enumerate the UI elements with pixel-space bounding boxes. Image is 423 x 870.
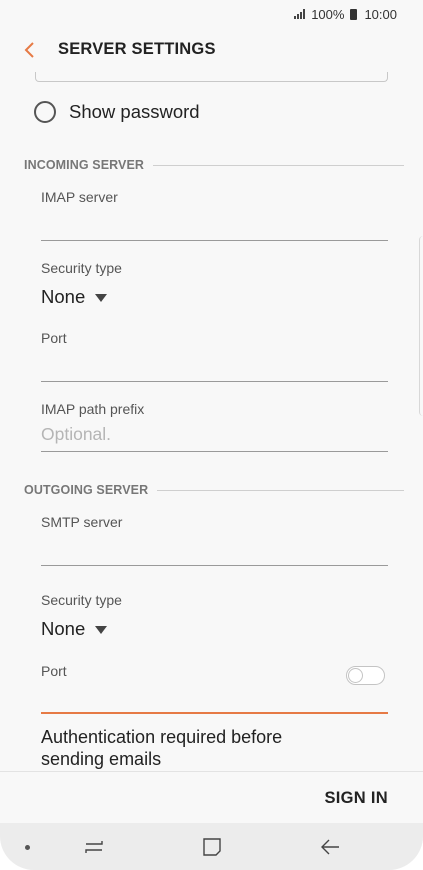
- page-title: SERVER SETTINGS: [58, 40, 216, 58]
- show-password-option[interactable]: Show password: [34, 101, 200, 123]
- status-bar: 100% 10:00: [0, 0, 423, 28]
- authentication-toggle[interactable]: [346, 666, 385, 685]
- navigation-bar: [0, 823, 423, 870]
- title-bar: SERVER SETTINGS: [0, 28, 423, 72]
- outgoing-security-type-label: Security type: [41, 592, 122, 608]
- clock: 10:00: [364, 6, 397, 22]
- imap-server-underline: [41, 240, 388, 241]
- outgoing-port-underline: [41, 712, 388, 714]
- incoming-port-input[interactable]: [41, 353, 388, 381]
- phone-screen: 100% 10:00 SERVER SETTINGS Show password…: [0, 0, 423, 870]
- action-bar: SIGN IN: [0, 771, 423, 823]
- outgoing-server-title: OUTGOING SERVER: [24, 483, 149, 497]
- dot-icon[interactable]: [25, 845, 30, 850]
- incoming-security-type-value: None: [41, 286, 86, 307]
- incoming-security-type-label: Security type: [41, 260, 122, 276]
- outgoing-port-input[interactable]: [41, 686, 388, 713]
- outgoing-security-type-dropdown[interactable]: None: [41, 618, 108, 640]
- home-icon: [203, 838, 221, 856]
- dropdown-arrow-icon: [95, 294, 108, 302]
- back-arrow-icon: [321, 839, 339, 855]
- home-button[interactable]: [200, 835, 224, 859]
- authentication-required-label: Authentication required before sending e…: [41, 727, 283, 769]
- outgoing-security-type-value: None: [41, 618, 86, 639]
- smtp-server-underline: [41, 565, 388, 566]
- smtp-server-label: SMTP server: [41, 514, 123, 530]
- battery-percent: 100%: [311, 6, 345, 22]
- imap-server-label: IMAP server: [41, 189, 118, 205]
- show-password-radio[interactable]: [34, 101, 56, 123]
- divider: [153, 164, 404, 166]
- scrollbar[interactable]: [419, 236, 423, 416]
- dropdown-arrow-icon: [95, 626, 108, 634]
- settings-form[interactable]: Show password INCOMING SERVER IMAP serve…: [0, 72, 423, 771]
- chevron-left-icon: [24, 42, 34, 58]
- imap-path-prefix-input[interactable]: Optional.: [41, 424, 111, 445]
- outgoing-server-header: OUTGOING SERVER: [24, 483, 404, 497]
- back-nav-button[interactable]: [318, 835, 342, 859]
- toggle-knob: [348, 667, 363, 683]
- divider: [157, 489, 404, 491]
- incoming-server-header: INCOMING SERVER: [24, 158, 404, 172]
- outgoing-port-label: Port: [41, 663, 67, 679]
- sign-in-button[interactable]: SIGN IN: [324, 789, 388, 808]
- recents-button[interactable]: [82, 835, 106, 859]
- signal-icon: [294, 9, 306, 19]
- imap-path-prefix-underline: [41, 451, 388, 452]
- incoming-server-title: INCOMING SERVER: [24, 158, 145, 172]
- incoming-security-type-dropdown[interactable]: None: [41, 286, 108, 308]
- smtp-server-input[interactable]: [41, 537, 388, 565]
- incoming-port-label: Port: [41, 330, 67, 346]
- battery-icon: [350, 8, 358, 20]
- show-password-label: Show password: [69, 101, 200, 122]
- incoming-port-underline: [41, 381, 388, 382]
- back-button[interactable]: [18, 38, 42, 62]
- imap-path-prefix-label: IMAP path prefix: [41, 401, 145, 417]
- recents-icon: [85, 841, 103, 853]
- imap-server-input[interactable]: [41, 212, 388, 240]
- password-field[interactable]: [35, 72, 388, 82]
